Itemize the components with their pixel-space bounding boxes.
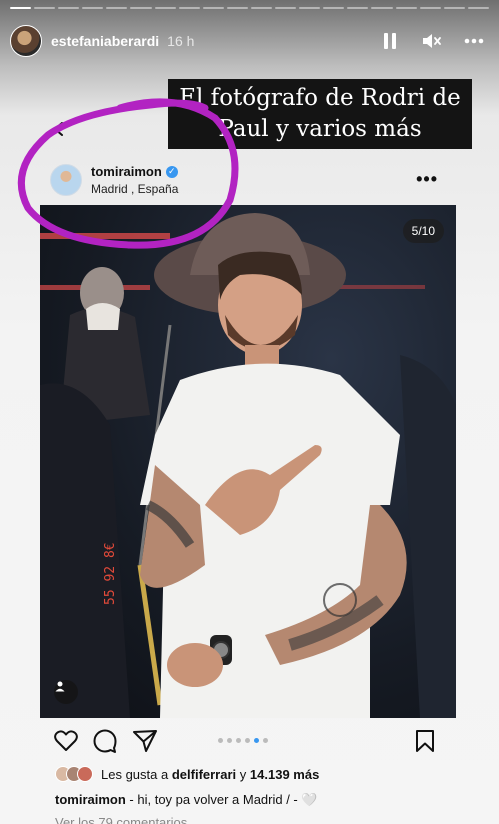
likes-user[interactable]: delfiferrari xyxy=(172,767,236,782)
liker-avatar xyxy=(77,766,93,782)
media-counter: 5/10 xyxy=(402,219,444,243)
progress-segment xyxy=(82,7,104,9)
view-comments-link[interactable]: Ver los 79 comentarios xyxy=(55,815,187,824)
progress-segment xyxy=(178,7,200,9)
progress-segment xyxy=(395,7,417,9)
share-icon[interactable] xyxy=(132,728,158,754)
photo-text: 55 92 8€ xyxy=(103,542,118,605)
likes-count[interactable]: 14.139 más xyxy=(250,767,319,782)
user-tag-icon[interactable] xyxy=(54,680,78,704)
like-heart-icon[interactable] xyxy=(53,728,79,754)
progress-segment xyxy=(130,7,152,9)
story-header: estefaniaberardi 16 h xyxy=(10,24,485,58)
story-text-overlay: El fotógrafo de Rodri de Paul y varios m… xyxy=(168,79,472,149)
progress-segment xyxy=(323,7,345,9)
progress-segment xyxy=(154,7,176,9)
likes-prefix: Les gusta a xyxy=(101,766,169,782)
mute-icon[interactable] xyxy=(421,30,443,52)
caption-text: - hi, toy pa volver a Madrid / - 🤍 xyxy=(129,792,318,807)
photo-illustration: 55 92 8€ xyxy=(40,213,456,718)
comment-icon[interactable] xyxy=(92,728,118,754)
likes-row[interactable]: Les gusta a delfiferrari y 14.139 más xyxy=(55,766,319,782)
overlay-line-2: Paul y varios más xyxy=(218,116,422,142)
likes-connector: y xyxy=(239,766,247,782)
post-actions xyxy=(40,726,456,758)
liker-avatars xyxy=(55,766,93,782)
progress-segment xyxy=(443,7,465,9)
pause-icon[interactable] xyxy=(379,30,401,52)
post-username-row: tomiraimon ✓ xyxy=(91,164,178,179)
post-meta: tomiraimon ✓ Madrid , España xyxy=(91,164,178,196)
story-timestamp: 16 h xyxy=(167,33,195,49)
carousel-dot xyxy=(227,738,232,743)
story-progress-bar xyxy=(10,7,489,9)
progress-segment xyxy=(275,7,297,9)
progress-segment xyxy=(419,7,441,9)
carousel-dot xyxy=(245,738,250,743)
post-avatar[interactable] xyxy=(50,164,82,196)
progress-segment xyxy=(202,7,224,9)
post-username[interactable]: tomiraimon xyxy=(91,164,162,179)
progress-segment xyxy=(106,7,128,9)
progress-segment xyxy=(467,7,489,9)
progress-segment xyxy=(58,7,80,9)
progress-segment xyxy=(250,7,273,9)
overlay-line-1: El fotógrafo de Rodri de xyxy=(179,85,461,111)
progress-segment xyxy=(226,7,248,9)
more-icon[interactable] xyxy=(463,30,485,52)
post-more-button[interactable]: ••• xyxy=(416,169,438,190)
progress-segment xyxy=(34,7,56,9)
progress-segment xyxy=(347,7,369,9)
story-controls xyxy=(379,30,485,52)
story-avatar[interactable] xyxy=(10,25,42,57)
verified-badge-icon: ✓ xyxy=(165,165,178,178)
carousel-dot xyxy=(254,738,259,743)
carousel-dot xyxy=(218,738,223,743)
story-username[interactable]: estefaniaberardi xyxy=(51,33,159,49)
post-caption: tomiraimon - hi, toy pa volver a Madrid … xyxy=(55,792,318,808)
story-view: estefaniaberardi 16 h tomiraimon ✓ Madri… xyxy=(0,0,499,824)
carousel-dots xyxy=(218,738,268,743)
back-arrow-icon[interactable] xyxy=(52,122,66,141)
carousel-dot xyxy=(263,738,268,743)
carousel-dot xyxy=(236,738,241,743)
progress-segment xyxy=(371,7,393,9)
post-photo[interactable]: 55 92 8€ 5/10 xyxy=(40,205,456,718)
progress-segment xyxy=(10,7,32,9)
progress-segment xyxy=(299,7,321,9)
caption-username[interactable]: tomiraimon xyxy=(55,792,126,807)
post-header: tomiraimon ✓ Madrid , España ••• xyxy=(40,155,456,205)
save-bookmark-icon[interactable] xyxy=(412,728,438,754)
post-location[interactable]: Madrid , España xyxy=(91,182,178,196)
